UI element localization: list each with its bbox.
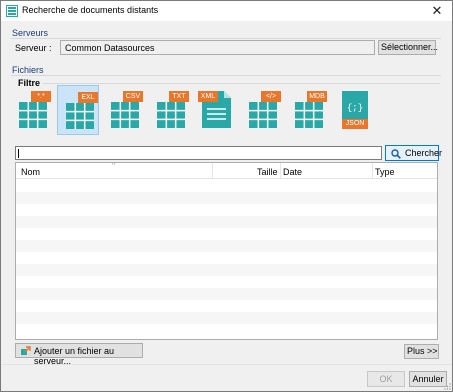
text-caret (18, 149, 19, 158)
file-type-badge: TXT (172, 93, 186, 100)
select-server-button[interactable]: Sélectionner... (378, 40, 438, 55)
svg-text:{;}: {;} (347, 103, 363, 113)
search-button[interactable]: Chercher (385, 145, 443, 161)
table-row (16, 240, 437, 252)
column-header-type[interactable]: Type (375, 167, 395, 177)
files-group-divider (11, 75, 441, 76)
close-icon[interactable]: ✕ (424, 1, 450, 21)
column-divider (212, 163, 213, 179)
files-group-title: Fichiers (12, 65, 44, 75)
file-type-badge: *.* (37, 93, 45, 100)
file-type-filters: *.* EXL CSV TXT XML </> MDB {;} JSON (11, 85, 443, 137)
upload-icon (21, 346, 31, 355)
table-row (16, 252, 437, 264)
table-row (16, 216, 437, 228)
column-divider (372, 163, 373, 179)
filter-all-button[interactable]: *.* (11, 85, 53, 135)
table-row (16, 276, 437, 288)
table-row (16, 264, 437, 276)
column-divider (280, 163, 281, 179)
table-row (16, 300, 437, 312)
results-table[interactable]: Nom ^ Taille Date Type (15, 162, 438, 340)
table-row (16, 180, 437, 192)
title-bar: Recherche de documents distants ✕ (1, 1, 452, 21)
table-row (16, 228, 437, 240)
table-header: Nom ^ Taille Date Type (16, 163, 437, 179)
cancel-button[interactable]: Annuler (409, 371, 447, 387)
search-input[interactable] (15, 146, 382, 160)
server-field: Common Datasources (60, 40, 375, 55)
table-row (16, 192, 437, 204)
file-type-badge: JSON (345, 120, 365, 127)
search-icon (391, 149, 401, 159)
file-type-badge: CSV (125, 93, 141, 100)
file-type-badge: </> (265, 93, 277, 100)
filter-exl-button[interactable]: EXL (57, 85, 99, 135)
filter-mdb-button[interactable]: MDB (287, 85, 329, 135)
filter-code-button[interactable]: </> (241, 85, 283, 135)
sort-ascending-icon: ^ (112, 162, 116, 169)
file-type-badge: EXL (81, 94, 95, 101)
column-header-size[interactable]: Taille (257, 167, 278, 177)
filter-divider (43, 83, 440, 84)
remote-documents-dialog: Recherche de documents distants ✕ Serveu… (0, 0, 453, 392)
footer-divider (1, 364, 452, 365)
filter-json-button[interactable]: {;} JSON (333, 85, 375, 135)
resize-grip-icon[interactable] (443, 382, 451, 390)
server-value: Common Datasources (65, 43, 155, 53)
add-file-button-label: Ajouter un fichier au serveur... (34, 346, 115, 366)
server-label: Serveur : (15, 43, 52, 53)
servers-group-divider (11, 38, 441, 39)
add-file-to-server-button[interactable]: Ajouter un fichier au serveur... (15, 343, 143, 366)
column-header-name[interactable]: Nom (21, 167, 40, 177)
filter-csv-button[interactable]: CSV (103, 85, 145, 135)
ok-button[interactable]: OK (367, 371, 405, 387)
app-icon (6, 5, 18, 17)
more-button[interactable]: Plus >> (404, 344, 439, 359)
table-row (16, 288, 437, 300)
servers-group-title: Serveurs (12, 28, 49, 38)
table-row (16, 204, 437, 216)
window-title: Recherche de documents distants (22, 5, 159, 15)
file-type-badge: MDB (309, 93, 325, 100)
search-button-label: Chercher (405, 148, 443, 158)
table-row (16, 312, 437, 324)
file-type-badge: XML (200, 93, 216, 100)
filter-txt-button[interactable]: TXT (149, 85, 191, 135)
table-row (16, 324, 437, 336)
column-header-date[interactable]: Date (283, 167, 302, 177)
filter-xml-button[interactable]: XML (195, 85, 237, 135)
